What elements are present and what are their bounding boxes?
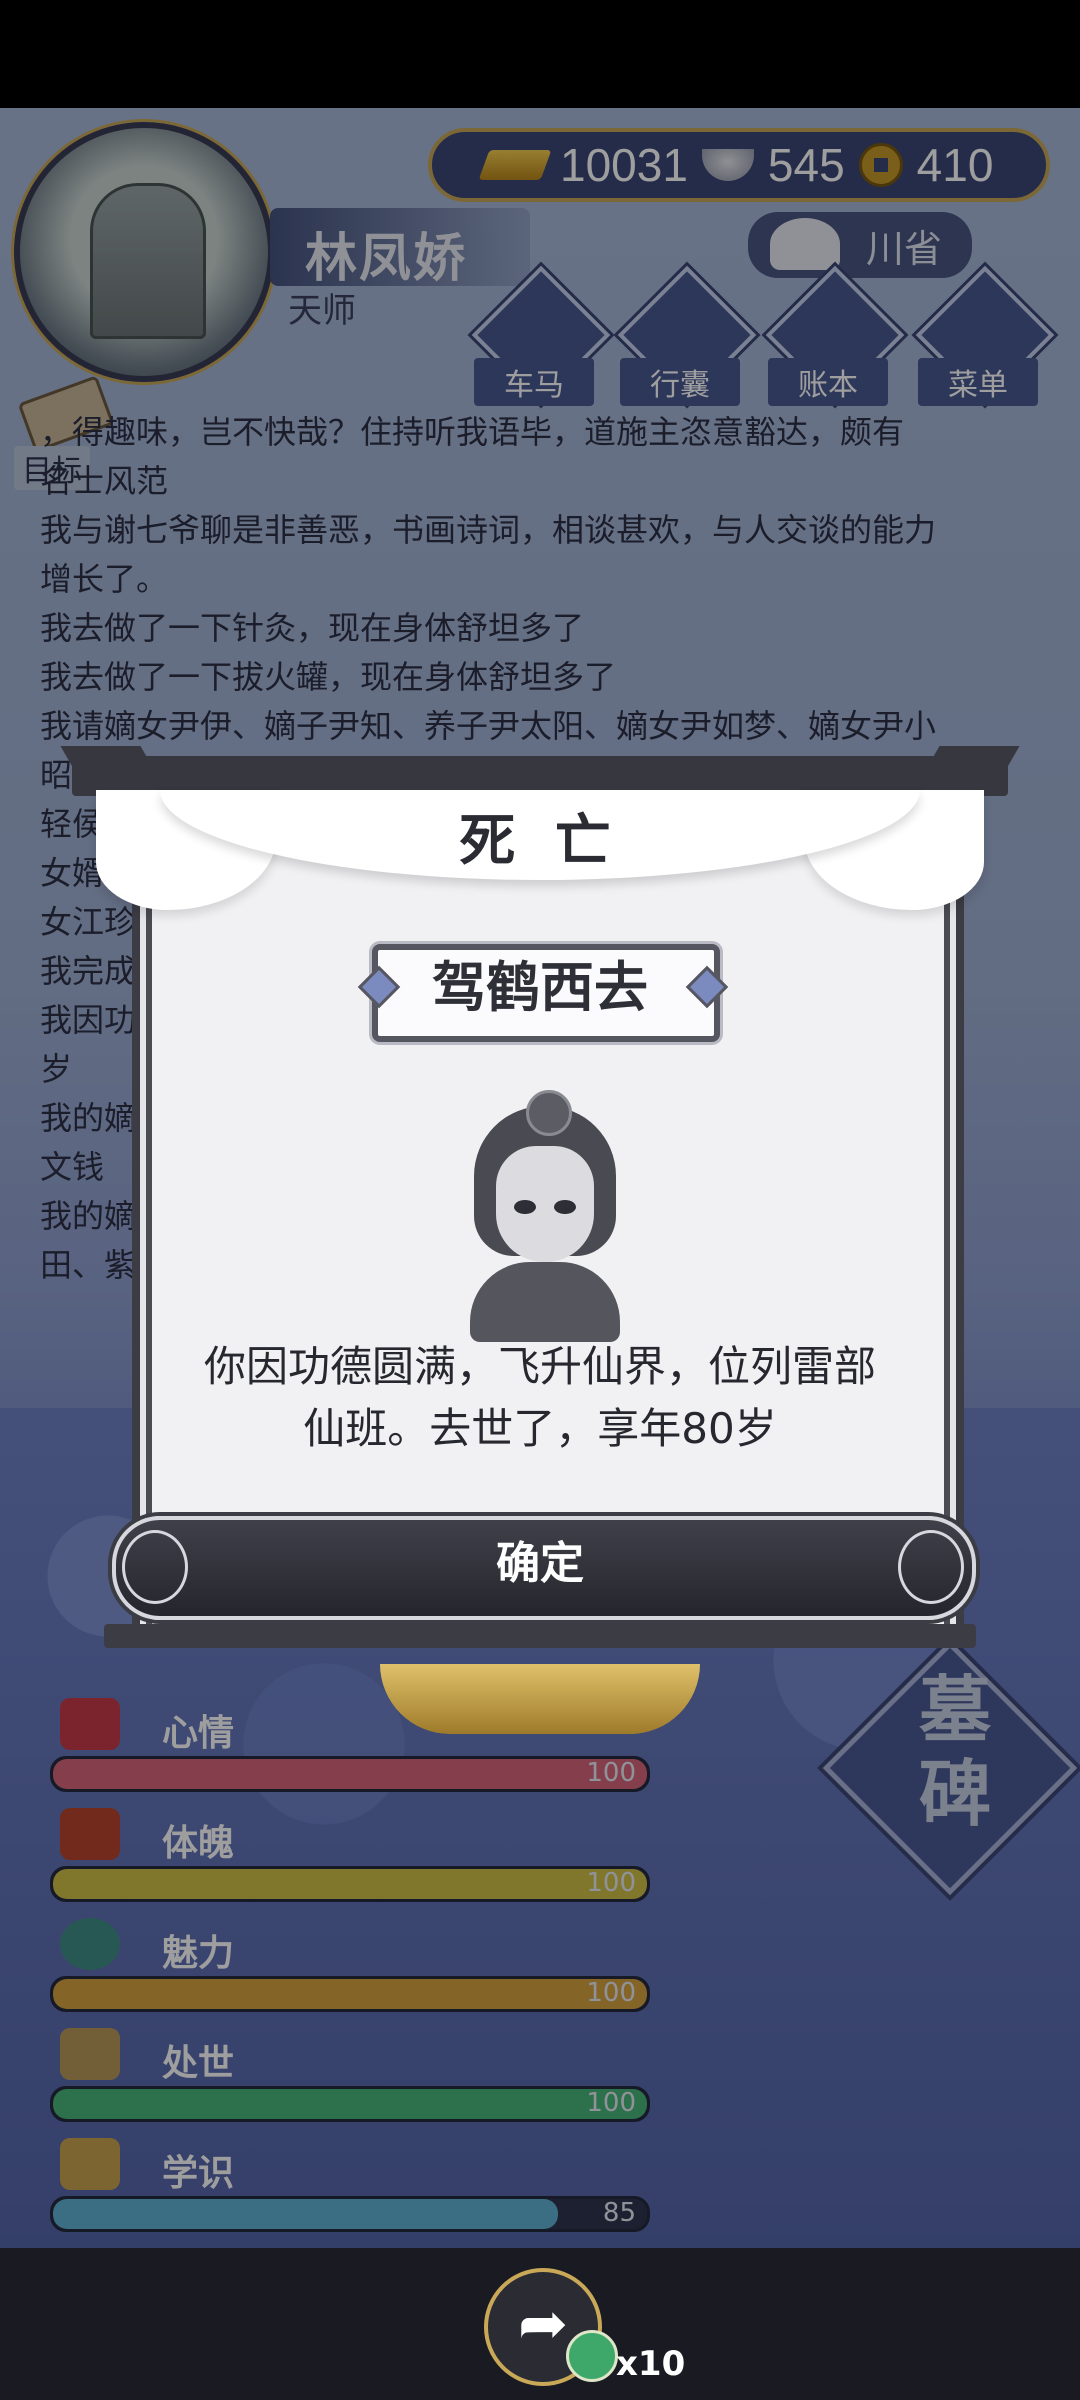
character-portrait: [460, 1090, 630, 1346]
dialog-base: [104, 1624, 976, 1648]
portrait-body: [470, 1262, 620, 1342]
portrait-eye: [514, 1200, 536, 1214]
portrait-hairbun: [526, 1090, 572, 1136]
portrait-eye: [554, 1200, 576, 1214]
confirm-button-label[interactable]: 确定: [112, 1516, 968, 1612]
portrait-face: [496, 1146, 594, 1262]
dialog-title: 死 亡: [459, 809, 621, 874]
share-icon: ➦: [517, 2289, 569, 2359]
share-multiplier: x10: [616, 2344, 686, 2384]
dialog-banner-text: 驾鹤西去: [432, 956, 648, 1019]
jade-token-icon: [566, 2330, 618, 2382]
gold-ornament: [380, 1664, 700, 1734]
dialog-message: 你因功德圆满，飞升仙界，位列雷部仙班。去世了，享年80岁: [203, 1342, 876, 1453]
